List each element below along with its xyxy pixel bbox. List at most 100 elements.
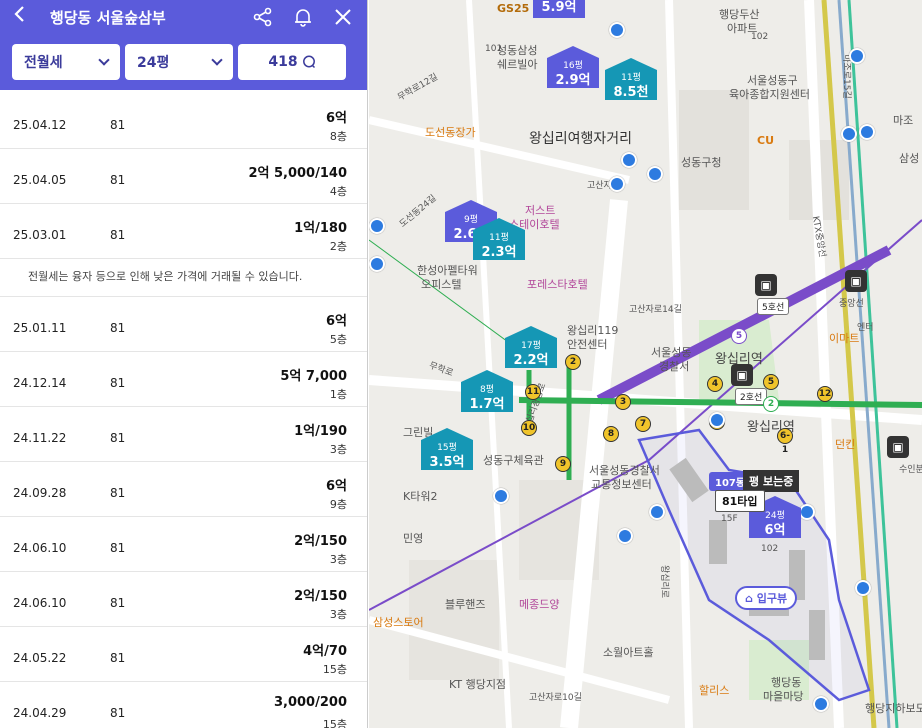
table-row[interactable]: 24.12.14 81 5억 7,000 1층 (0, 352, 367, 407)
bus-stop-icon[interactable] (849, 48, 865, 64)
table-row[interactable]: 25.04.12 81 6억 8층 (0, 94, 367, 149)
chevron-left-icon (14, 6, 24, 22)
price-marker[interactable]: 11평 2.3억 (473, 218, 525, 260)
table-row[interactable]: 24.06.10 81 2억/150 3층 (0, 572, 367, 627)
label-yard-2: 마을마당 (763, 690, 804, 703)
row-date: 24.06.10 (13, 596, 67, 610)
table-row[interactable]: 25.01.11 81 6억 5층 (0, 297, 367, 352)
row-date: 25.01.11 (13, 321, 67, 335)
back-button[interactable] (12, 0, 42, 34)
marker-price: 2.9억 (555, 73, 591, 88)
marker-price: 8.5천 (613, 85, 649, 100)
table-row[interactable]: 25.04.05 81 2억 5,000/140 4층 (0, 149, 367, 204)
row-price: 5억 7,000 (280, 369, 347, 384)
label-wangsimni-street: 왕십리여행자거리 (529, 131, 633, 147)
row-area: 81 (110, 173, 126, 187)
row-price: 6억 (325, 111, 347, 126)
row-date: 24.04.29 (13, 706, 67, 720)
row-area: 81 (110, 651, 126, 665)
label-safety-2: 안전센터 (567, 338, 608, 351)
label-gosan10: 고산자로10길 (529, 693, 582, 703)
bus-stop-icon[interactable] (709, 412, 725, 428)
subway-icon[interactable]: ▣ (845, 270, 867, 292)
row-date: 24.05.22 (13, 651, 67, 665)
bus-stop-icon[interactable] (649, 504, 665, 520)
comment-count-button[interactable]: 418 (238, 44, 346, 80)
map-view[interactable]: 성동삼성 쉐르빌아 101 GS25 행당두산 아파트 102 서울성동구 육아… (369, 0, 922, 728)
subway-icon[interactable]: ▣ (731, 364, 753, 386)
label-maison: 메종드양 (519, 598, 560, 611)
price-marker[interactable]: 17평 2.2억 (505, 326, 557, 368)
bus-stop-icon[interactable] (859, 124, 875, 140)
bus-stop-icon[interactable] (369, 256, 385, 272)
chevron-down-icon (98, 54, 110, 66)
deal-type-select[interactable]: 전월세 (12, 44, 120, 80)
size-value: 24평 (137, 55, 170, 71)
table-row[interactable]: 24.11.22 81 1억/190 3층 (0, 407, 367, 462)
row-price: 6억 (325, 479, 347, 494)
floor-label: 15F (721, 514, 738, 524)
table-row[interactable]: 24.06.10 81 2억/150 3층 (0, 517, 367, 572)
row-date: 25.04.12 (13, 118, 67, 132)
bus-stop-icon[interactable] (609, 22, 625, 38)
label-office: 오피스텔 (421, 278, 462, 291)
close-icon (335, 9, 351, 25)
label-cu: CU (757, 134, 775, 147)
line2-marker: 2 (763, 396, 779, 412)
price-marker[interactable]: 16평 2.9억 (547, 46, 599, 88)
label-minyoung: 민영 (403, 532, 424, 545)
row-date: 24.12.14 (13, 376, 67, 390)
header-row: 행당동 서울숲삼부 (12, 0, 355, 34)
label-central-line: 중앙선 (839, 299, 864, 309)
home-icon: ⌂ (745, 592, 757, 605)
price-marker[interactable]: 11평 8.5천 (605, 58, 657, 100)
bus-stop-icon[interactable] (855, 580, 871, 596)
label-samsung-store: 삼성스토어 (373, 616, 424, 629)
page-title: 행당동 서울숲삼부 (50, 8, 166, 27)
row-floor: 9층 (329, 498, 347, 511)
row-area: 81 (110, 596, 126, 610)
row-price: 6억 (325, 314, 347, 329)
row-area: 81 (110, 486, 126, 500)
row-area: 81 (110, 118, 126, 132)
label-102: 102 (751, 32, 769, 42)
bus-stop-icon[interactable] (813, 696, 829, 712)
bus-stop-icon[interactable] (799, 504, 815, 520)
share-icon (253, 7, 272, 27)
exit-marker: 5 (763, 374, 779, 390)
row-floor: 3층 (329, 443, 347, 456)
price-marker[interactable]: 15평 3.5억 (421, 428, 473, 470)
close-button[interactable] (331, 5, 355, 29)
label-forest: 포레스타호텔 (527, 278, 588, 291)
bus-stop-icon[interactable] (617, 528, 633, 544)
subway-icon[interactable]: ▣ (887, 436, 909, 458)
price-marker[interactable]: 5.9억 (533, 0, 585, 18)
row-price: 4억/70 (303, 644, 347, 659)
entrance-view-button[interactable]: ⌂ 입구뷰 (735, 586, 798, 610)
bus-stop-icon[interactable] (621, 152, 637, 168)
alert-button[interactable] (291, 5, 315, 29)
label-police-2: 경찰서 (659, 360, 690, 373)
exit-marker: 7 (635, 416, 651, 432)
label-ward-center-2: 육아종합지원센터 (729, 88, 810, 101)
bus-stop-icon[interactable] (493, 488, 509, 504)
bus-stop-icon[interactable] (647, 166, 663, 182)
row-date: 24.11.22 (13, 431, 67, 445)
table-row[interactable]: 24.09.28 81 6억 9층 (0, 462, 367, 517)
size-select[interactable]: 24평 (125, 44, 233, 80)
price-marker[interactable]: 8평 1.7억 (461, 370, 513, 412)
label-suin: 수인분 (899, 465, 922, 475)
table-row[interactable]: 25.03.01 81 1억/180 2층 (0, 204, 367, 259)
row-floor: 3층 (329, 553, 347, 566)
table-row[interactable]: 24.04.29 81 3,000/200 15층 (0, 682, 367, 728)
map-canvas (369, 0, 922, 728)
row-area: 81 (110, 321, 126, 335)
subway-icon[interactable]: ▣ (755, 274, 777, 296)
bus-stop-icon[interactable] (609, 176, 625, 192)
table-row[interactable]: 24.05.22 81 4억/70 15층 (0, 627, 367, 682)
share-button[interactable] (251, 5, 275, 29)
marker-price: 3.5억 (429, 455, 465, 470)
bus-stop-icon[interactable] (841, 126, 857, 142)
bus-stop-icon[interactable] (369, 218, 385, 234)
exit-marker: 6-1 (777, 428, 793, 455)
